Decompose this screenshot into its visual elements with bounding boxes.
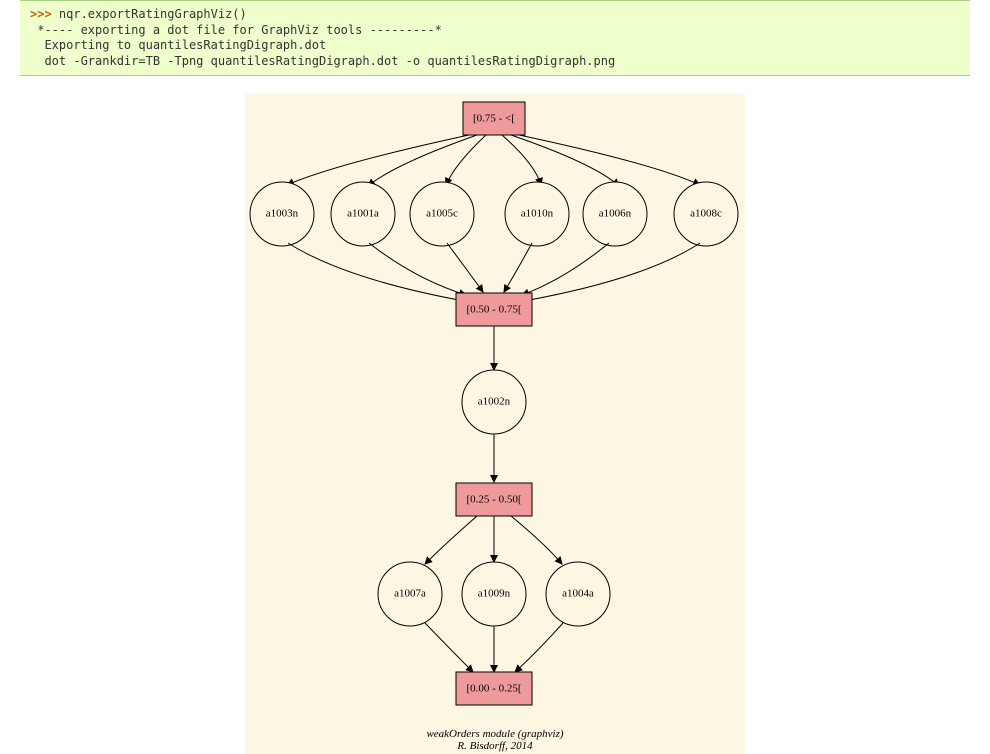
edge: [522, 243, 609, 295]
node-label-a1002n: a1002n: [478, 396, 511, 408]
edge: [287, 135, 469, 185]
node-label-a1001a: a1001a: [347, 208, 379, 220]
figure-caption-1: weakOrders module (graphviz): [426, 728, 563, 740]
edge: [515, 623, 563, 672]
edge: [447, 243, 483, 292]
quantile-label-2: [0.25 - 0.50[: [467, 494, 522, 506]
edge: [504, 243, 532, 292]
node-label-a1007a: a1007a: [394, 588, 426, 600]
edge: [425, 623, 473, 672]
edge: [368, 135, 477, 186]
node-label-a1005c: a1005c: [426, 208, 458, 220]
edge: [288, 243, 464, 301]
edge: [519, 135, 700, 185]
digraph-svg: [0.75 - <[ a1003n a1001a a1005c a1010n a…: [245, 94, 745, 754]
code-output-1-text: *---- exporting a dot file for GraphViz …: [37, 23, 442, 37]
node-label-a1008c: a1008c: [690, 208, 722, 220]
code-output-3-text: dot -Grankdir=TB -Tpng quantilesRatingDi…: [44, 54, 615, 68]
edge: [369, 243, 466, 295]
code-output-2-text: Exporting to quantilesRatingDigraph.dot: [44, 38, 326, 52]
code-block: >>> nqr.exportRatingGraphViz() *---- exp…: [20, 0, 970, 76]
node-label-a1009n: a1009n: [478, 588, 511, 600]
code-output-3: [30, 54, 44, 68]
node-label-a1006n: a1006n: [599, 208, 632, 220]
python-prompt: >>>: [30, 7, 59, 21]
quantile-label-0: [0.75 - <[: [473, 113, 515, 125]
edge: [524, 243, 700, 301]
quantile-label-3: [0.00 - 0.25[: [467, 683, 522, 695]
figure-caption-2: R. Bisdorff, 2014: [456, 740, 533, 752]
edge: [425, 516, 477, 564]
python-command: nqr.exportRatingGraphViz(): [59, 7, 247, 21]
edge: [446, 135, 486, 185]
graphviz-figure: [0.75 - <[ a1003n a1001a a1005c a1010n a…: [245, 94, 745, 754]
node-label-a1010n: a1010n: [521, 208, 554, 220]
figure-container: [0.75 - <[ a1003n a1001a a1005c a1010n a…: [0, 76, 990, 754]
node-label-a1003n: a1003n: [266, 208, 299, 220]
quantile-label-1: [0.50 - 0.75[: [467, 304, 522, 316]
edge: [511, 516, 562, 564]
edge: [502, 135, 541, 185]
code-output-2: [30, 38, 44, 52]
node-label-a1004a: a1004a: [562, 588, 594, 600]
